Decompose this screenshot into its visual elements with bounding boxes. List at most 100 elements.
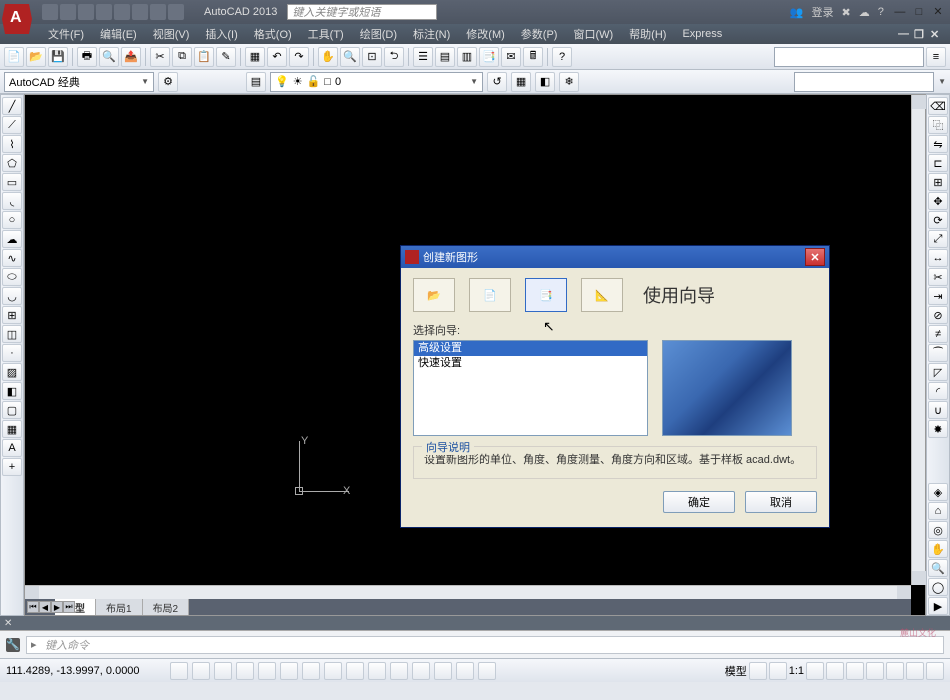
qat-new-icon[interactable] [42,4,58,20]
quick-view-layouts-icon[interactable] [749,662,767,680]
dialog-close-button[interactable]: ✕ [805,248,825,266]
command-input[interactable]: 键入命令 [26,636,944,654]
layer-previous-icon[interactable]: ↺ [487,72,507,92]
circle-icon[interactable]: ○ [2,211,22,229]
menu-parametric[interactable]: 参数(P) [513,26,566,42]
app-logo[interactable] [2,4,32,34]
osnap3d-icon[interactable] [280,662,298,680]
search-input[interactable]: 键入关键字或短语 [287,4,437,20]
grid-icon[interactable] [192,662,210,680]
menu-help[interactable]: 帮助(H) [621,26,674,42]
explode-icon[interactable]: ✸ [928,420,948,438]
join-icon[interactable]: ⁀ [928,344,948,362]
menu-modify[interactable]: 修改(M) [458,26,513,42]
xline-icon[interactable]: ⟋ [2,116,22,134]
make-block-icon[interactable]: ◫ [2,325,22,343]
lwt-icon[interactable] [368,662,386,680]
cancel-button[interactable]: 取消 [745,491,817,513]
copy-obj-icon[interactable]: ⿻ [928,116,948,134]
stretch-icon[interactable]: ↔ [928,249,948,267]
tab-nav-prev-icon[interactable]: ◀ [39,601,51,613]
undo-icon[interactable]: ↶ [267,47,287,67]
markup-icon[interactable]: ✉ [501,47,521,67]
gradient-icon[interactable]: ◧ [2,382,22,400]
ortho-icon[interactable] [214,662,232,680]
region-icon[interactable]: ▢ [2,401,22,419]
workspace-settings-icon[interactable]: ⚙ [158,72,178,92]
ok-button[interactable]: 确定 [663,491,735,513]
workspace-select[interactable]: AutoCAD 经典 ▼ [4,72,154,92]
pan-icon[interactable]: ✋ [318,47,338,67]
navbar-zoom-icon[interactable]: 🔍 [928,559,948,577]
sheet-set-icon[interactable]: 📑 [479,47,499,67]
tab-nav-first-icon[interactable]: ⏮ [27,601,39,613]
menu-view[interactable]: 视图(V) [145,26,198,42]
doc-restore-button[interactable]: ❐ [914,28,928,40]
qat-redo-icon[interactable] [150,4,166,20]
mode-default-button[interactable]: 📄 [469,278,511,312]
osnap-icon[interactable] [258,662,276,680]
maximize-button[interactable]: □ [911,5,927,19]
print-icon[interactable]: 🖶 [77,47,97,67]
match-icon[interactable]: ✎ [216,47,236,67]
lineweight-select[interactable] [794,72,934,92]
layer-iso-icon[interactable]: ◧ [535,72,555,92]
point-icon[interactable]: · [2,344,22,362]
layer-manager-icon[interactable]: ▤ [246,72,266,92]
ducs-icon[interactable] [324,662,342,680]
polyline-icon[interactable]: ⌇ [2,135,22,153]
new-icon[interactable]: 📄 [4,47,24,67]
navbar-orbit-icon[interactable]: ◯ [928,578,948,596]
save-icon[interactable]: 💾 [48,47,68,67]
menu-tools[interactable]: 工具(T) [300,26,352,42]
copy-icon[interactable]: ⧉ [172,47,192,67]
trim-icon[interactable]: ✂ [928,268,948,286]
infocenter-icon[interactable]: 👥 [790,6,804,19]
revcloud-icon[interactable]: ☁ [2,230,22,248]
fillet-icon[interactable]: ◜ [928,382,948,400]
break-point-icon[interactable]: ⊘ [928,306,948,324]
open-icon[interactable]: 📂 [26,47,46,67]
mode-open-button[interactable]: 📂 [413,278,455,312]
mode-wizard-button[interactable]: 📐 [581,278,623,312]
command-handle-icon[interactable]: 🔧 [6,638,20,652]
redo-icon[interactable]: ↷ [289,47,309,67]
exchange-icon[interactable]: ✖ [842,6,851,19]
preview-icon[interactable]: 🔍 [99,47,119,67]
viewcube-icon[interactable]: ◈ [928,483,948,501]
help-icon[interactable]: ? [878,6,884,18]
sc-icon[interactable] [434,662,452,680]
array-icon[interactable]: ⊞ [928,173,948,191]
break-icon[interactable]: ≠ [928,325,948,343]
zoom-previous-icon[interactable]: ⮌ [384,47,404,67]
snap-mode-icon[interactable] [170,662,188,680]
properties-icon[interactable]: ☰ [413,47,433,67]
menu-format[interactable]: 格式(O) [246,26,300,42]
linetype-icon[interactable]: ≡ [926,47,946,67]
qat-save-icon[interactable] [78,4,94,20]
tab-nav-last-icon[interactable]: ⏭ [63,601,75,613]
minimize-button[interactable]: — [892,5,908,19]
addselected-icon[interactable]: + [2,458,22,476]
offset-icon[interactable]: ⊏ [928,154,948,172]
annotation-scale-icon[interactable] [806,662,824,680]
qat-undo-icon[interactable] [132,4,148,20]
tpy-icon[interactable] [390,662,408,680]
command-close-icon[interactable]: ✕ [4,618,12,629]
move-icon[interactable]: ✥ [928,192,948,210]
mtext-icon[interactable]: A [2,439,22,457]
menu-window[interactable]: 窗口(W) [565,26,621,42]
wizard-list[interactable]: 高级设置 快速设置 [413,340,648,436]
mirror-icon[interactable]: ⇋ [928,135,948,153]
navbar-wheel-icon[interactable]: ◎ [928,521,948,539]
qat-saveas-icon[interactable] [96,4,112,20]
ellipse-arc-icon[interactable]: ◡ [2,287,22,305]
linetype-select[interactable] [774,47,924,67]
arc-icon[interactable]: ◟ [2,192,22,210]
navbar-showmotion-icon[interactable]: ▶ [928,597,948,615]
polar-icon[interactable] [236,662,254,680]
spline-icon[interactable]: ∿ [2,249,22,267]
polygon-icon[interactable]: ⬠ [2,154,22,172]
layer-states-icon[interactable]: ▦ [511,72,531,92]
annotation-visibility-icon[interactable] [826,662,844,680]
